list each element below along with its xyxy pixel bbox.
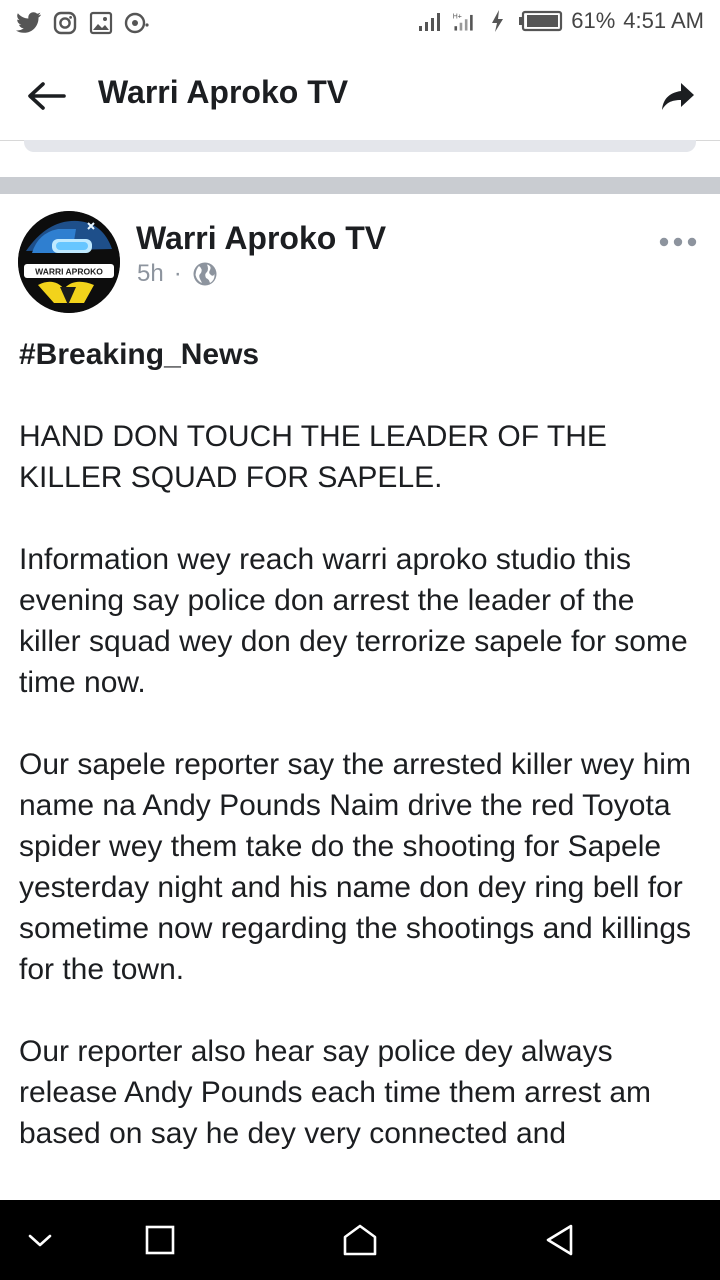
system-status: H+ 61% 4:51 AM xyxy=(417,8,704,34)
messenger-icon xyxy=(124,10,150,36)
share-icon xyxy=(662,83,694,110)
hide-nav-button[interactable] xyxy=(16,1216,64,1264)
battery-percent: 61% xyxy=(571,8,616,33)
charging-icon xyxy=(485,8,511,34)
page-logo-icon: WARRI APROKO xyxy=(18,211,120,313)
home-button[interactable] xyxy=(336,1216,384,1264)
meta-separator: · xyxy=(173,260,182,287)
post-paragraph: Our sapele reporter say the arrested kil… xyxy=(19,748,692,986)
status-bar: H+ 61% 4:51 AM xyxy=(0,0,720,48)
app-bar: Warri Aproko TV xyxy=(0,48,720,141)
more-icon xyxy=(659,237,697,247)
signal-icon xyxy=(417,8,443,34)
divider xyxy=(0,177,720,194)
previous-card-edge xyxy=(24,140,696,152)
signal-ht-icon: H+ xyxy=(451,8,477,34)
twitter-icon xyxy=(16,10,42,36)
back-button[interactable] xyxy=(22,72,70,120)
system-nav-bar xyxy=(0,1200,720,1280)
avatar-label: WARRI APROKO xyxy=(35,267,103,277)
home-icon xyxy=(343,1224,377,1256)
hashtag-link[interactable]: #Breaking_News xyxy=(19,334,704,375)
notification-icons xyxy=(16,10,150,36)
avatar[interactable]: WARRI APROKO xyxy=(18,211,120,313)
screen: H+ 61% 4:51 AM Warri Aproko TV WARRI APR… xyxy=(0,0,720,1280)
post-author[interactable]: Warri Aproko TV xyxy=(136,220,386,257)
post-paragraph: Our reporter also hear say police dey al… xyxy=(19,1035,651,1150)
recents-button[interactable] xyxy=(136,1216,184,1264)
clock: 4:51 AM xyxy=(623,8,704,33)
recents-icon xyxy=(145,1225,175,1255)
post-card: WARRI APROKO Warri Aproko TV 5h · #Break… xyxy=(0,194,720,1200)
svg-text:H+: H+ xyxy=(453,13,462,20)
post-meta: 5h · xyxy=(137,260,218,288)
instagram-icon xyxy=(52,10,78,36)
chevron-down-icon xyxy=(28,1234,52,1247)
share-button[interactable] xyxy=(656,74,700,118)
nav-back-button[interactable] xyxy=(536,1216,584,1264)
more-options-button[interactable] xyxy=(656,230,700,254)
page-title: Warri Aproko TV xyxy=(98,74,349,110)
gallery-icon xyxy=(88,10,114,36)
post-body: #Breaking_News HAND DON TOUCH THE LEADER… xyxy=(19,334,704,1195)
back-icon xyxy=(546,1224,573,1256)
post-paragraph: Information wey reach warri aproko studi… xyxy=(19,543,688,699)
post-time[interactable]: 5h xyxy=(137,260,164,288)
battery-icon xyxy=(519,8,563,34)
globe-icon xyxy=(193,262,217,286)
back-arrow-icon xyxy=(28,82,66,110)
post-paragraph-headline: HAND DON TOUCH THE LEADER OF THE KILLER … xyxy=(19,420,607,494)
